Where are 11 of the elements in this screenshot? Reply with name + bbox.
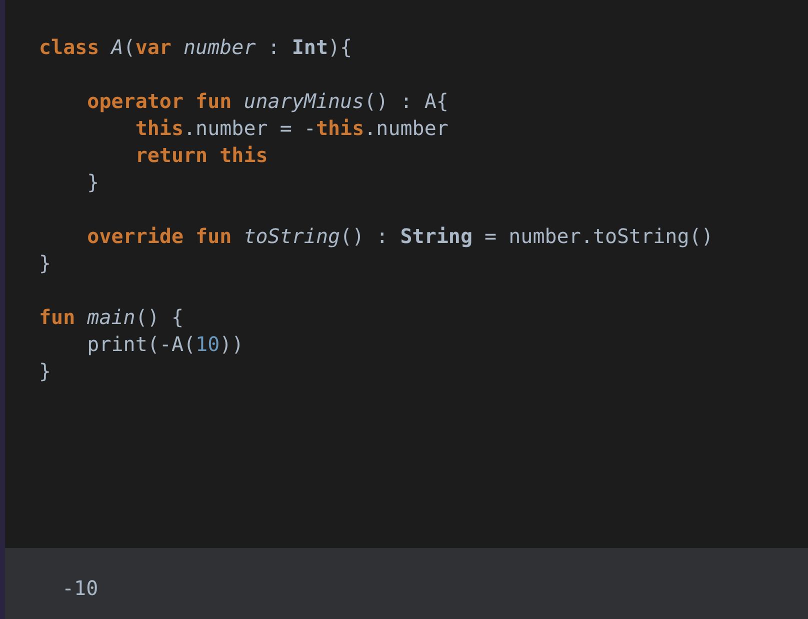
code-line: operator fun unaryMinus() : A{: [86, 89, 448, 113]
code-line: this.number = -this.number: [134, 116, 448, 140]
code-line: fun main() {: [39, 305, 184, 329]
code-line: print(-A(10)): [86, 332, 244, 356]
code-line: }: [86, 170, 100, 194]
code-line: }: [39, 251, 52, 275]
code-line: }: [39, 359, 52, 383]
code-line: override fun toString() : String = number.toString(): [86, 224, 714, 248]
output-text: -10: [62, 576, 98, 600]
code-line: class A(var number : Int){: [39, 35, 352, 59]
code-line: return this: [134, 143, 268, 167]
